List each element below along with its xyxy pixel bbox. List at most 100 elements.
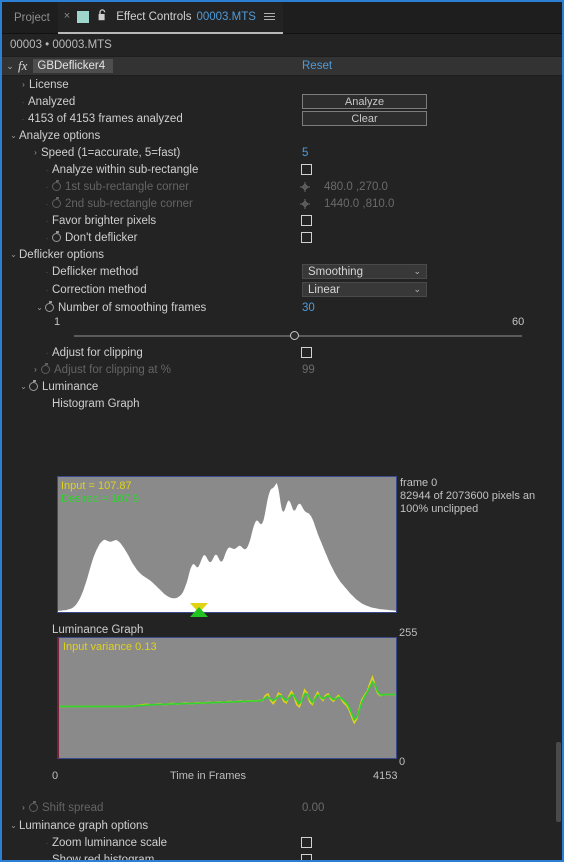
luminance-graph[interactable]: Input variance 0.13: [57, 637, 397, 759]
row-analyze-within-subrect: · Analyze within sub-rectangle: [2, 161, 562, 178]
chevron-down-icon: ⌄: [413, 284, 421, 294]
first-subrect-corner-label: 1st sub-rectangle corner: [65, 180, 190, 193]
favor-brighter-pixels-checkbox[interactable]: [301, 215, 312, 226]
row-smoothing-frames[interactable]: ⌄ Number of smoothing frames 30: [2, 299, 562, 316]
effect-properties-list: › License · Analyzed Analyze · 4153 of 4…: [2, 76, 562, 862]
row-luminance-graph-options[interactable]: ⌄ Luminance graph options: [2, 817, 562, 834]
shift-spread-value[interactable]: 0.00: [302, 802, 324, 814]
adjust-for-clipping-at-pct-label: Adjust for clipping at %: [54, 363, 171, 376]
row-shift-spread: › Shift spread 0.00: [2, 799, 562, 816]
row-bullet-icon: ·: [45, 181, 49, 192]
row-speed[interactable]: › Speed (1=accurate, 5=fast) 5: [2, 144, 562, 161]
lock-icon[interactable]: [98, 9, 107, 24]
row-license[interactable]: › License: [2, 76, 562, 93]
analyze-within-subrect-label: Analyze within sub-rectangle: [52, 163, 199, 176]
reset-button[interactable]: Reset: [302, 60, 332, 72]
chevron-right-icon[interactable]: ›: [30, 365, 41, 374]
second-subrect-corner-value[interactable]: 1440.0 ,810.0: [324, 198, 394, 210]
tab-effect-controls[interactable]: × Effect Controls 00003.MTS: [57, 2, 283, 34]
effect-controls-panel: Project × Effect Controls 00003.MTS 0000…: [0, 0, 564, 862]
effect-header-gbdeflicker4[interactable]: ⌄ fx GBDeflicker4 Reset: [2, 56, 562, 76]
slider-min-label: 1: [54, 316, 61, 328]
tab-effect-controls-label: Effect Controls: [116, 10, 192, 23]
smoothing-frames-value[interactable]: 30: [302, 302, 315, 314]
row-bullet-icon: ·: [45, 215, 49, 226]
crosshair-icon[interactable]: [300, 182, 310, 192]
row-bullet-icon: ·: [45, 854, 49, 862]
luminance-xaxis-label: Time in Frames: [170, 770, 246, 782]
adjust-for-clipping-at-pct-value[interactable]: 99: [302, 364, 315, 376]
chevron-down-icon[interactable]: ⌄: [8, 250, 19, 259]
crosshair-icon[interactable]: [300, 199, 310, 209]
chevron-right-icon[interactable]: ›: [30, 148, 41, 157]
slider-max-label: 60: [512, 316, 525, 328]
chevron-down-icon[interactable]: ⌄: [8, 131, 19, 140]
stopwatch-icon[interactable]: [45, 301, 54, 312]
analyzed-label: Analyzed: [28, 95, 76, 108]
histogram-pixels-label: 82944 of 2073600 pixels an: [400, 490, 536, 502]
stopwatch-icon[interactable]: [52, 231, 61, 242]
deflicker-options-label: Deflicker options: [19, 248, 105, 261]
tab-project-label: Project: [14, 11, 50, 24]
chevron-down-icon[interactable]: ⌄: [8, 821, 19, 830]
chevron-right-icon[interactable]: ›: [18, 803, 29, 812]
speed-value[interactable]: 5: [302, 147, 308, 159]
row-deflicker-method: · Deflicker method Smoothing ⌄: [2, 263, 562, 281]
close-icon[interactable]: ×: [64, 11, 70, 22]
histogram-graph[interactable]: Input = 107.87 Desired = 107.9: [57, 476, 397, 613]
chevron-right-icon[interactable]: ›: [18, 80, 29, 89]
chevron-down-icon[interactable]: ⌄: [2, 61, 18, 72]
luminance-xtick-end: 4153: [373, 770, 398, 782]
show-red-histogram-checkbox[interactable]: [301, 854, 312, 860]
row-first-subrect-corner: · 1st sub-rectangle corner 480.0 ,270.0: [2, 178, 562, 195]
tab-project[interactable]: Project: [2, 2, 58, 34]
deflicker-method-value: Smoothing: [308, 265, 363, 278]
analyze-within-subrect-checkbox[interactable]: [301, 164, 312, 175]
luminance-xtick-start: 0: [52, 770, 59, 782]
vertical-scrollbar-thumb[interactable]: [556, 742, 561, 822]
dont-deflicker-checkbox[interactable]: [301, 232, 312, 243]
row-bullet-icon: ·: [45, 837, 49, 848]
stopwatch-icon[interactable]: [29, 801, 38, 812]
row-show-red-histogram: · Show red histogram: [2, 851, 562, 862]
shift-spread-label: Shift spread: [42, 801, 104, 814]
desired-marker-icon[interactable]: [190, 607, 208, 617]
luminance-ytick-top: 255: [399, 627, 418, 639]
zoom-luminance-scale-checkbox[interactable]: [301, 837, 312, 848]
clear-button[interactable]: Clear: [302, 111, 427, 126]
stopwatch-icon[interactable]: [41, 363, 50, 374]
adjust-for-clipping-label: Adjust for clipping: [52, 346, 143, 359]
row-adjust-for-clipping-at-pct: › Adjust for clipping at % 99: [2, 361, 562, 378]
slider-handle[interactable]: [289, 331, 299, 340]
stopwatch-icon[interactable]: [52, 180, 61, 191]
adjust-for-clipping-checkbox[interactable]: [301, 347, 312, 358]
chevron-down-icon[interactable]: ⌄: [34, 303, 45, 312]
row-second-subrect-corner: · 2nd sub-rectangle corner 1440.0 ,810.0: [2, 195, 562, 212]
first-subrect-corner-value[interactable]: 480.0 ,270.0: [324, 181, 388, 193]
stopwatch-icon[interactable]: [29, 380, 38, 391]
row-favor-brighter-pixels: · Favor brighter pixels: [2, 212, 562, 229]
panel-menu-icon[interactable]: [263, 13, 275, 20]
smoothing-frames-slider[interactable]: [74, 331, 522, 340]
stopwatch-icon[interactable]: [52, 197, 61, 208]
histogram-frame-label: frame 0: [400, 477, 438, 489]
row-dont-deflicker: · Don't deflicker: [2, 229, 562, 246]
row-bullet-icon: ·: [45, 164, 49, 175]
dont-deflicker-label: Don't deflicker: [65, 231, 138, 244]
effect-name[interactable]: GBDeflicker4: [33, 59, 114, 73]
correction-method-value: Linear: [308, 283, 340, 296]
row-deflicker-options[interactable]: ⌄ Deflicker options: [2, 246, 562, 263]
analyze-button[interactable]: Analyze: [302, 94, 427, 109]
chevron-down-icon[interactable]: ⌄: [18, 382, 29, 391]
row-analyze-options[interactable]: ⌄ Analyze options: [2, 127, 562, 144]
deflicker-method-dropdown[interactable]: Smoothing ⌄: [302, 264, 427, 279]
correction-method-dropdown[interactable]: Linear ⌄: [302, 282, 427, 297]
row-luminance[interactable]: ⌄ Luminance: [2, 378, 562, 395]
luminance-graph-label: Luminance Graph: [52, 624, 144, 636]
row-correction-method: · Correction method Linear ⌄: [2, 281, 562, 299]
fx-icon: fx: [18, 58, 28, 73]
analyze-options-label: Analyze options: [19, 129, 101, 142]
luminance-graph-options-label: Luminance graph options: [19, 819, 149, 832]
luminance-ytick-bottom: 0: [399, 756, 406, 768]
favor-brighter-pixels-label: Favor brighter pixels: [52, 214, 157, 227]
